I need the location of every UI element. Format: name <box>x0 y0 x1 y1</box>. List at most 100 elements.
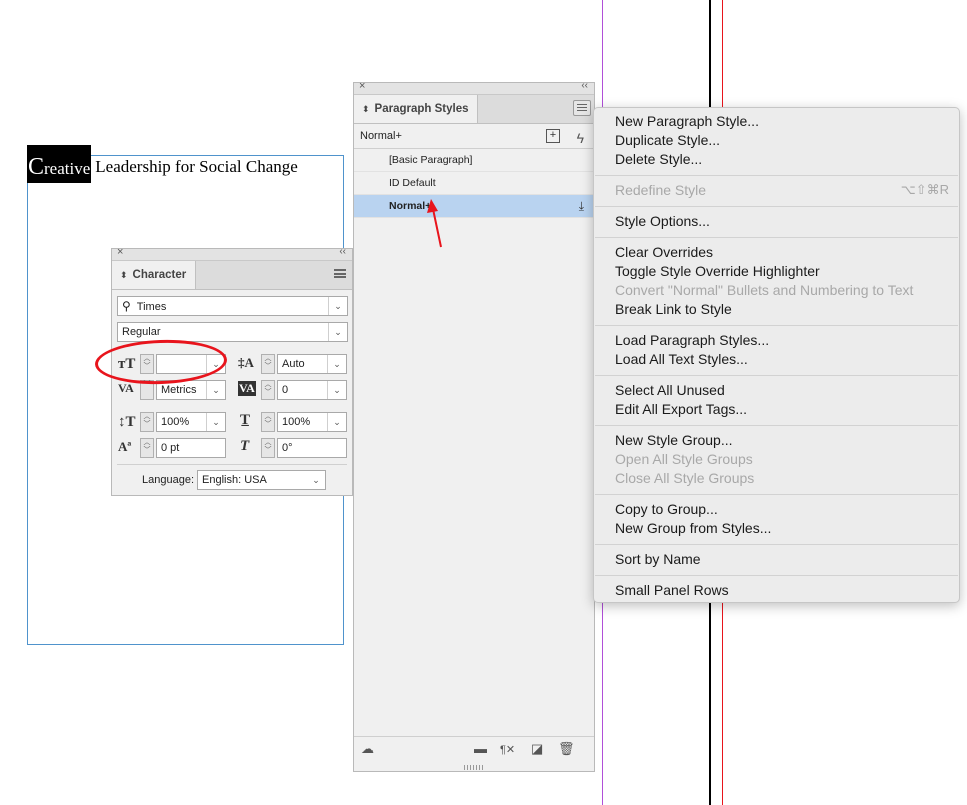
skew-icon: T <box>240 438 250 454</box>
baseline-shift-field[interactable]: 0 pt <box>156 438 226 458</box>
menu-item-clear-overrides[interactable]: Clear Overrides <box>615 244 713 260</box>
style-list-item-selected[interactable]: Normal+ ⤓ <box>354 195 594 218</box>
leading-icon: ‡A <box>238 355 254 370</box>
chevron-down-icon[interactable]: ⌄ <box>328 297 347 315</box>
collapse-icon[interactable]: ‹‹ <box>339 246 346 257</box>
trash-icon[interactable]: 🗑 <box>558 741 575 757</box>
leading-field[interactable]: Auto ⌄ <box>277 354 347 374</box>
chevron-down-icon[interactable]: ⌄ <box>327 355 346 373</box>
menu-item-style-options[interactable]: Style Options... <box>615 213 710 229</box>
document-text-line[interactable]: Creative Leadership for Social Change <box>27 145 298 183</box>
folder-icon[interactable]: ▬ <box>474 741 487 756</box>
new-style-icon[interactable]: + <box>546 129 560 143</box>
tab-label: Paragraph Styles <box>374 103 469 115</box>
language-label: Language: <box>142 474 194 486</box>
vertical-scale-icon: ↕T <box>118 414 136 430</box>
baseline-shift-stepper[interactable]: ︿ ﹀ <box>140 438 154 458</box>
style-list-item[interactable]: [Basic Paragraph] <box>354 149 594 172</box>
menu-item-load-all-text-styles[interactable]: Load All Text Styles... <box>615 351 748 367</box>
language-select[interactable]: English: USA ⌄ <box>197 470 326 490</box>
menu-item-new-paragraph-style[interactable]: New Paragraph Style... <box>615 113 759 129</box>
new-page-icon[interactable]: ◪ <box>531 741 543 757</box>
font-family-field[interactable]: ⚲ Times ⌄ <box>117 296 348 316</box>
menu-item-toggle-override-highlighter[interactable]: Toggle Style Override Highlighter <box>615 263 820 279</box>
tracking-field[interactable]: 0 ⌄ <box>277 380 347 400</box>
kerning-icon: VA <box>118 381 134 395</box>
lightning-icon[interactable]: ϟ <box>577 126 584 150</box>
menu-item-select-all-unused[interactable]: Select All Unused <box>615 382 725 398</box>
menu-item-copy-to-group[interactable]: Copy to Group... <box>615 501 718 517</box>
menu-item-open-style-groups: Open All Style Groups <box>615 451 753 467</box>
chevron-down-icon[interactable]: ⌄ <box>327 413 346 431</box>
menu-separator <box>595 494 958 495</box>
chevron-down-icon[interactable]: ⌄ <box>328 323 347 341</box>
font-style-field[interactable]: Regular ⌄ <box>117 322 348 342</box>
tab-paragraph-styles[interactable]: ⬍ Paragraph Styles <box>354 95 478 123</box>
close-icon[interactable]: × <box>359 80 365 92</box>
horizontal-scale-value: 100% <box>282 416 311 428</box>
download-icon[interactable]: ⤓ <box>579 195 584 217</box>
skew-value: 0° <box>282 442 293 454</box>
panel-menu-icon[interactable] <box>573 100 591 116</box>
paragraph-styles-panel: × ‹‹ ⬍ Paragraph Styles Normal+ + ϟ [Basic… <box>353 80 595 772</box>
menu-item-delete-style[interactable]: Delete Style... <box>615 151 702 167</box>
chevron-down-icon[interactable]: ⌄ <box>307 471 325 489</box>
annotation-arrow <box>427 199 442 248</box>
clear-override-icon[interactable]: ¶✕ <box>500 743 515 756</box>
resize-grip[interactable] <box>464 765 484 770</box>
menu-separator <box>595 544 958 545</box>
menu-item-load-paragraph-styles[interactable]: Load Paragraph Styles... <box>615 332 769 348</box>
leading-value: Auto <box>282 358 305 370</box>
horizontal-scale-stepper[interactable]: ︿ ﹀ <box>261 412 275 432</box>
search-icon: ⚲ <box>122 299 131 313</box>
style-name: ID Default <box>389 177 436 189</box>
menu-separator <box>595 237 958 238</box>
selected-cap: C <box>28 154 45 180</box>
menu-item-small-panel-rows[interactable]: Small Panel Rows <box>615 582 729 598</box>
menu-item-convert-bullets: Convert "Normal" Bullets and Numbering t… <box>615 282 914 298</box>
menu-item-break-link[interactable]: Break Link to Style <box>615 301 732 317</box>
menu-item-edit-export-tags[interactable]: Edit All Export Tags... <box>615 401 747 417</box>
chevron-down-icon[interactable]: ⌄ <box>206 413 225 431</box>
close-icon[interactable]: × <box>117 246 123 258</box>
font-style-value: Regular <box>122 326 161 338</box>
panel-footer: ☁ ▬ ¶✕ ◪ 🗑 <box>354 736 594 761</box>
language-value: English: USA <box>202 474 267 486</box>
vertical-scale-value: 100% <box>161 416 190 428</box>
skew-stepper[interactable]: ︿ ﹀ <box>261 438 275 458</box>
leading-stepper[interactable]: ︿ ﹀ <box>261 354 275 374</box>
tab-character[interactable]: ⬍ Character <box>112 261 196 289</box>
horizontal-scale-field[interactable]: 100% ⌄ <box>277 412 347 432</box>
panel-menu-icon[interactable] <box>334 269 346 278</box>
skew-field[interactable]: 0° <box>277 438 347 458</box>
menu-separator <box>595 575 958 576</box>
baseline-shift-icon: Aª <box>118 439 132 454</box>
selected-rest: reative <box>44 159 91 178</box>
menu-item-sort-by-name[interactable]: Sort by Name <box>615 551 701 567</box>
vertical-scale-stepper[interactable]: ︿ ﹀ <box>140 412 154 432</box>
document-text: Leadership for Social Change <box>95 157 298 176</box>
menu-item-new-style-group[interactable]: New Style Group... <box>615 432 733 448</box>
baseline-shift-value: 0 pt <box>161 442 180 454</box>
current-style-label: Normal+ <box>360 130 402 142</box>
menu-item-duplicate-style[interactable]: Duplicate Style... <box>615 132 720 148</box>
chevron-down-icon[interactable]: ⌄ <box>206 381 225 399</box>
menu-separator <box>595 375 958 376</box>
chevron-down-icon[interactable]: ⌄ <box>327 381 346 399</box>
tracking-icon: VA <box>238 381 256 396</box>
cloud-icon[interactable]: ☁ <box>361 741 374 757</box>
selected-text[interactable]: Creative <box>27 145 92 183</box>
menu-item-new-group-from-styles[interactable]: New Group from Styles... <box>615 520 771 536</box>
style-list-item[interactable]: ID Default <box>354 172 594 195</box>
kerning-value: Metrics <box>161 384 197 396</box>
collapse-icon[interactable]: ‹‹ <box>581 80 588 91</box>
menu-separator <box>595 206 958 207</box>
style-name: [Basic Paragraph] <box>389 154 473 166</box>
menu-item-close-style-groups: Close All Style Groups <box>615 470 755 486</box>
horizontal-scale-icon: T̲ <box>240 412 251 428</box>
menu-separator <box>595 175 958 176</box>
vertical-scale-field[interactable]: 100% ⌄ <box>156 412 226 432</box>
menu-item-redefine-style: Redefine Style <box>615 182 707 198</box>
tracking-stepper[interactable]: ︿ ﹀ <box>261 380 275 400</box>
current-style-row: Normal+ + ϟ <box>354 124 594 149</box>
